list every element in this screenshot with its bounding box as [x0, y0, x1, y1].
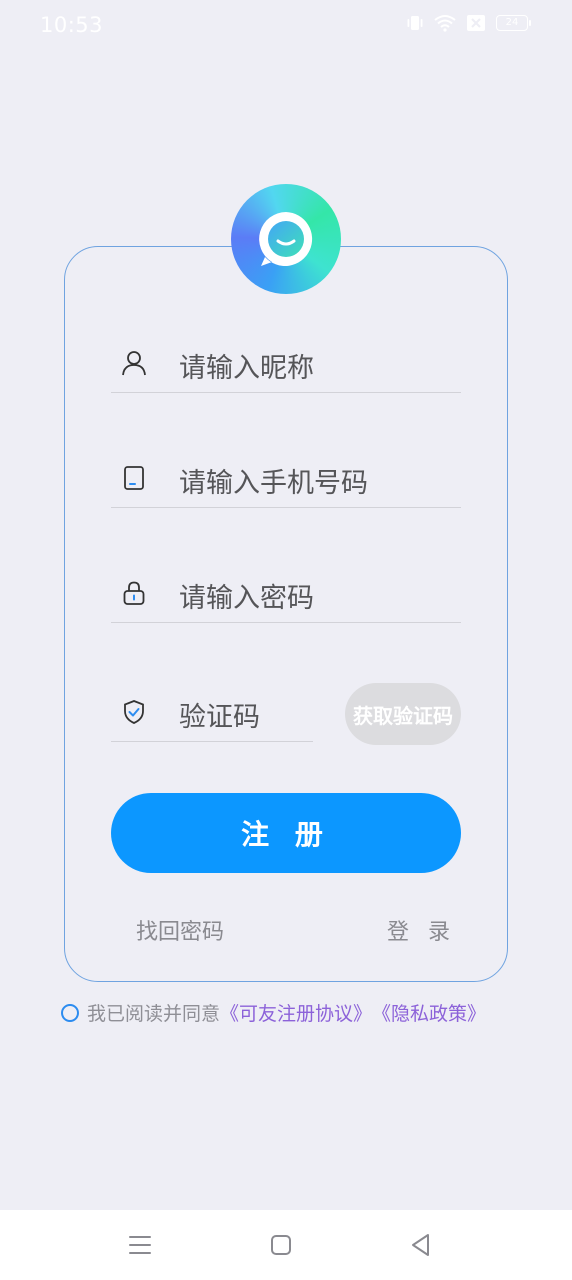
phone-field[interactable]: 请输入手机号码: [111, 447, 461, 508]
forgot-password-link[interactable]: 找回密码: [136, 914, 224, 946]
status-time: 10:53: [40, 13, 104, 37]
agreement-prefix: 我已阅读并同意: [87, 1003, 221, 1025]
shield-check-icon: [124, 700, 144, 724]
nickname-input[interactable]: 请输入昵称: [179, 346, 314, 385]
user-agreement-link[interactable]: 《可友注册协议》: [220, 999, 372, 1026]
user-icon: [122, 351, 146, 376]
password-input[interactable]: 请输入密码: [179, 576, 314, 615]
nickname-field[interactable]: 请输入昵称: [111, 332, 461, 393]
agreement-radio[interactable]: [61, 1003, 79, 1022]
register-button[interactable]: 注 册: [111, 793, 461, 873]
menu-icon[interactable]: [127, 1232, 153, 1258]
vibrate-icon: [407, 16, 423, 30]
phone-input[interactable]: 请输入手机号码: [179, 461, 368, 500]
password-field[interactable]: 请输入密码: [111, 562, 461, 623]
battery-level: 24: [505, 17, 519, 28]
back-icon[interactable]: [408, 1232, 434, 1258]
sim-x-icon: [467, 15, 485, 31]
status-icons: 24: [406, 14, 531, 32]
login-link[interactable]: 登 录: [387, 914, 456, 946]
status-bar: 10:53 24: [0, 0, 572, 52]
chat-bubble-smile-logo-icon: [259, 212, 313, 266]
home-icon[interactable]: [268, 1232, 294, 1258]
get-code-button[interactable]: 获取验证码: [345, 683, 461, 745]
agreement-row: 我已阅读并同意 《可友注册协议》 《隐私政策》: [61, 999, 486, 1026]
lock-icon: [123, 581, 145, 605]
wifi-icon: [434, 15, 456, 32]
battery-icon: 24: [496, 15, 531, 31]
navigation-bar: [0, 1210, 572, 1280]
app-logo: [231, 184, 341, 294]
phone-icon: [124, 466, 144, 490]
code-input[interactable]: 验证码: [179, 695, 260, 734]
privacy-policy-link[interactable]: 《隐私政策》: [372, 999, 486, 1026]
code-field[interactable]: 验证码: [111, 681, 313, 742]
